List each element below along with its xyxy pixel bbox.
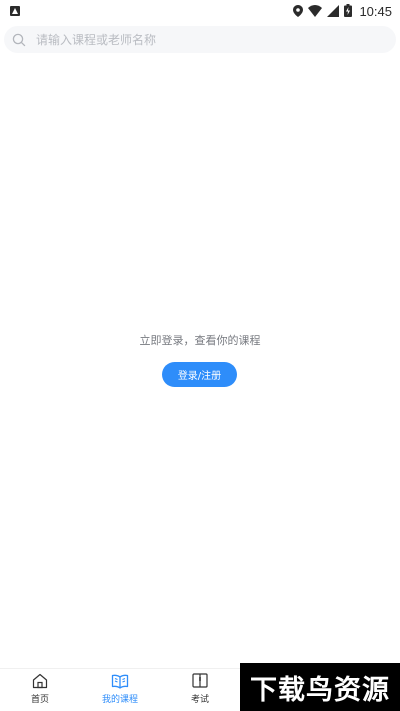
tab-home-label: 首页 xyxy=(30,695,49,705)
login-prompt: 立即登录，查看你的课程 xyxy=(139,334,261,347)
login-register-button[interactable]: 登录/注册 xyxy=(162,362,237,387)
battery-charging-icon xyxy=(344,2,353,21)
open-book-icon xyxy=(111,672,129,690)
app-notification-icon xyxy=(10,6,20,16)
search-icon xyxy=(12,33,26,47)
search-input[interactable]: 请输入课程或老师名称 xyxy=(36,31,156,48)
tab-my-courses[interactable]: 我的课程 xyxy=(90,672,150,705)
status-bar: 10:45 xyxy=(0,0,400,22)
signal-icon xyxy=(327,2,340,21)
search-bar[interactable]: 请输入课程或老师名称 xyxy=(4,26,396,53)
status-icons: 10:45 xyxy=(293,2,392,21)
home-icon xyxy=(31,672,49,690)
location-icon xyxy=(293,2,304,21)
exam-book-icon xyxy=(191,672,209,690)
tab-exam-label: 考试 xyxy=(190,695,209,705)
tab-home[interactable]: 首页 xyxy=(10,672,70,705)
status-time: 10:45 xyxy=(359,3,392,19)
wifi-icon xyxy=(308,2,323,21)
watermark-logo: 下载鸟资源 xyxy=(240,663,400,711)
app-screen: 10:45 请输入课程或老师名称 立即登录，查看你的课程 登录/注册 首页 我的… xyxy=(0,0,400,711)
tab-my-courses-label: 我的课程 xyxy=(101,695,138,705)
tab-exam[interactable]: 考试 xyxy=(170,672,230,705)
